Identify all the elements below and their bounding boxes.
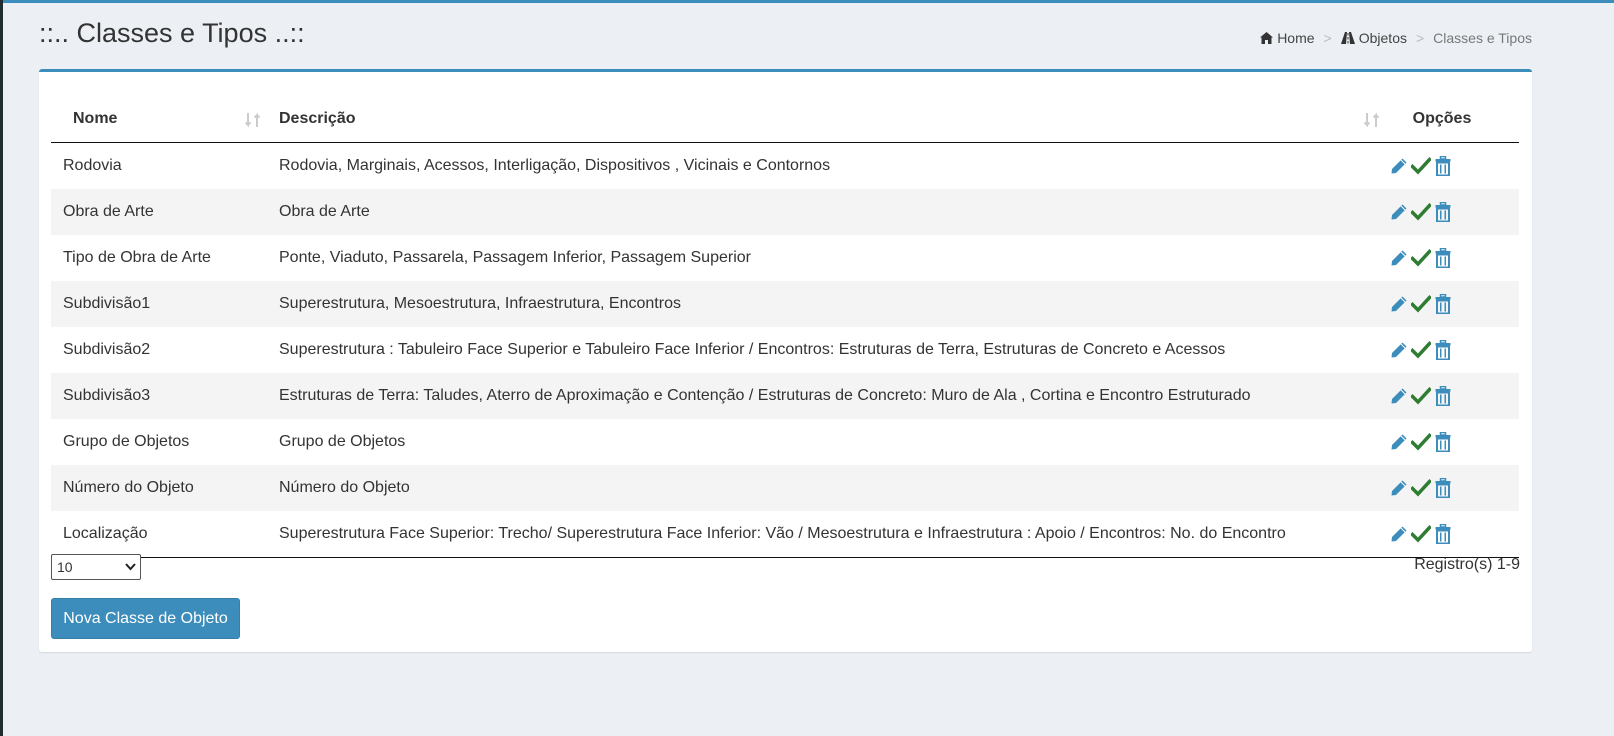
breadcrumb-separator: > bbox=[1415, 30, 1425, 46]
cell-opcoes bbox=[1386, 189, 1519, 235]
cell-nome: Localização bbox=[51, 511, 267, 558]
chevron-down-icon bbox=[125, 563, 136, 571]
table-row: Obra de Arte Obra de Arte bbox=[51, 189, 1519, 235]
pencil-icon[interactable] bbox=[1389, 432, 1409, 452]
trash-icon[interactable] bbox=[1433, 202, 1453, 222]
cell-nome: Subdivisão3 bbox=[51, 373, 267, 419]
road-icon bbox=[1340, 32, 1355, 44]
column-header-descricao[interactable]: Descrição bbox=[267, 96, 1386, 143]
breadcrumb-objetos[interactable]: Objetos bbox=[1340, 30, 1407, 46]
pencil-icon[interactable] bbox=[1389, 340, 1409, 360]
check-icon[interactable] bbox=[1411, 340, 1431, 360]
cell-descricao: Superestrutura, Mesoestrutura, Infraestr… bbox=[267, 281, 1386, 327]
trash-icon[interactable] bbox=[1433, 478, 1453, 498]
cell-opcoes bbox=[1386, 143, 1519, 190]
trash-icon[interactable] bbox=[1433, 340, 1453, 360]
pencil-icon[interactable] bbox=[1389, 248, 1409, 268]
check-icon[interactable] bbox=[1411, 202, 1431, 222]
page-size-value: 10 bbox=[57, 559, 73, 575]
table-row: Grupo de Objetos Grupo de Objetos bbox=[51, 419, 1519, 465]
breadcrumb-home-label: Home bbox=[1277, 30, 1315, 46]
check-icon[interactable] bbox=[1411, 432, 1431, 452]
top-accent-bar bbox=[0, 0, 1614, 3]
cell-opcoes bbox=[1386, 373, 1519, 419]
pencil-icon[interactable] bbox=[1389, 294, 1409, 314]
new-object-class-button[interactable]: Nova Classe de Objeto bbox=[51, 598, 240, 639]
table-row: Localização Superestrutura Face Superior… bbox=[51, 511, 1519, 558]
table-header-row: Nome Descrição Opções bbox=[51, 96, 1519, 143]
pencil-icon[interactable] bbox=[1389, 156, 1409, 176]
cell-descricao: Número do Objeto bbox=[267, 465, 1386, 511]
cell-descricao: Obra de Arte bbox=[267, 189, 1386, 235]
page-title: ::.. Classes e Tipos ..:: bbox=[39, 18, 305, 48]
table-row: Número do Objeto Número do Objeto bbox=[51, 465, 1519, 511]
cell-opcoes bbox=[1386, 465, 1519, 511]
sort-icon[interactable] bbox=[245, 111, 263, 129]
cell-opcoes bbox=[1386, 281, 1519, 327]
cell-opcoes bbox=[1386, 327, 1519, 373]
pencil-icon[interactable] bbox=[1389, 386, 1409, 406]
cell-nome: Número do Objeto bbox=[51, 465, 267, 511]
cell-descricao: Superestrutura : Tabuleiro Face Superior… bbox=[279, 341, 1226, 358]
trash-icon[interactable] bbox=[1433, 432, 1453, 452]
home-icon bbox=[1260, 32, 1274, 44]
breadcrumb: Home > Objetos > Classes e Tipos bbox=[1260, 30, 1532, 46]
table-row: Subdivisão3 Estruturas de Terra: Taludes… bbox=[51, 373, 1519, 419]
breadcrumb-objetos-label: Objetos bbox=[1358, 30, 1407, 46]
cell-opcoes bbox=[1386, 511, 1519, 558]
cell-opcoes bbox=[1386, 235, 1519, 281]
cell-descricao: Grupo de Objetos bbox=[279, 433, 406, 450]
column-header-descricao-label: Descrição bbox=[279, 110, 356, 127]
cell-descricao: Ponte, Viaduto, Passarela, Passagem Infe… bbox=[279, 249, 751, 266]
column-header-nome[interactable]: Nome bbox=[51, 96, 267, 143]
pencil-icon[interactable] bbox=[1389, 524, 1409, 544]
column-header-opcoes: Opções bbox=[1386, 96, 1519, 143]
breadcrumb-separator: > bbox=[1323, 30, 1332, 46]
cell-opcoes bbox=[1386, 419, 1519, 465]
cell-nome: Subdivisão1 bbox=[51, 281, 267, 327]
trash-icon[interactable] bbox=[1433, 294, 1453, 314]
breadcrumb-home[interactable]: Home bbox=[1260, 30, 1315, 46]
table-row: Tipo de Obra de Arte Ponte, Viaduto, Pas… bbox=[51, 235, 1519, 281]
check-icon[interactable] bbox=[1411, 524, 1431, 544]
column-header-nome-label: Nome bbox=[73, 110, 118, 127]
check-icon[interactable] bbox=[1411, 294, 1431, 314]
table-row: Subdivisão1 Superestrutura, Mesoestrutur… bbox=[51, 281, 1519, 327]
sidebar-edge bbox=[0, 0, 3, 736]
content-box: Nome Descrição Opções Rodovia Rodovia, M… bbox=[39, 69, 1532, 652]
cell-descricao: Superestrutura Face Superior: Trecho/ Su… bbox=[267, 511, 1386, 558]
trash-icon[interactable] bbox=[1433, 248, 1453, 268]
check-icon[interactable] bbox=[1411, 386, 1431, 406]
cell-descricao: Rodovia, Marginais, Acessos, Interligaçã… bbox=[279, 157, 831, 174]
records-count: Registro(s) 1-9 bbox=[1414, 556, 1520, 573]
table-row: Subdivisão2 Superestrutura : Tabuleiro F… bbox=[51, 327, 1519, 373]
trash-icon[interactable] bbox=[1433, 524, 1453, 544]
trash-icon[interactable] bbox=[1433, 156, 1453, 176]
breadcrumb-current: Classes e Tipos bbox=[1433, 30, 1532, 46]
pencil-icon[interactable] bbox=[1389, 202, 1409, 222]
cell-nome: Rodovia bbox=[63, 157, 122, 174]
sort-icon[interactable] bbox=[1364, 111, 1382, 129]
trash-icon[interactable] bbox=[1433, 386, 1453, 406]
cell-nome: Tipo de Obra de Arte bbox=[63, 249, 211, 266]
cell-nome: Obra de Arte bbox=[51, 189, 267, 235]
cell-descricao: Estruturas de Terra: Taludes, Aterro de … bbox=[267, 373, 1386, 419]
classes-table: Nome Descrição Opções Rodovia Rodovia, M… bbox=[51, 96, 1519, 558]
cell-nome: Grupo de Objetos bbox=[63, 433, 190, 450]
page-size-select[interactable]: 10 bbox=[51, 554, 141, 580]
check-icon[interactable] bbox=[1411, 156, 1431, 176]
check-icon[interactable] bbox=[1411, 248, 1431, 268]
cell-nome: Subdivisão2 bbox=[63, 341, 151, 358]
check-icon[interactable] bbox=[1411, 478, 1431, 498]
pencil-icon[interactable] bbox=[1389, 478, 1409, 498]
table-row: Rodovia Rodovia, Marginais, Acessos, Int… bbox=[51, 143, 1519, 190]
